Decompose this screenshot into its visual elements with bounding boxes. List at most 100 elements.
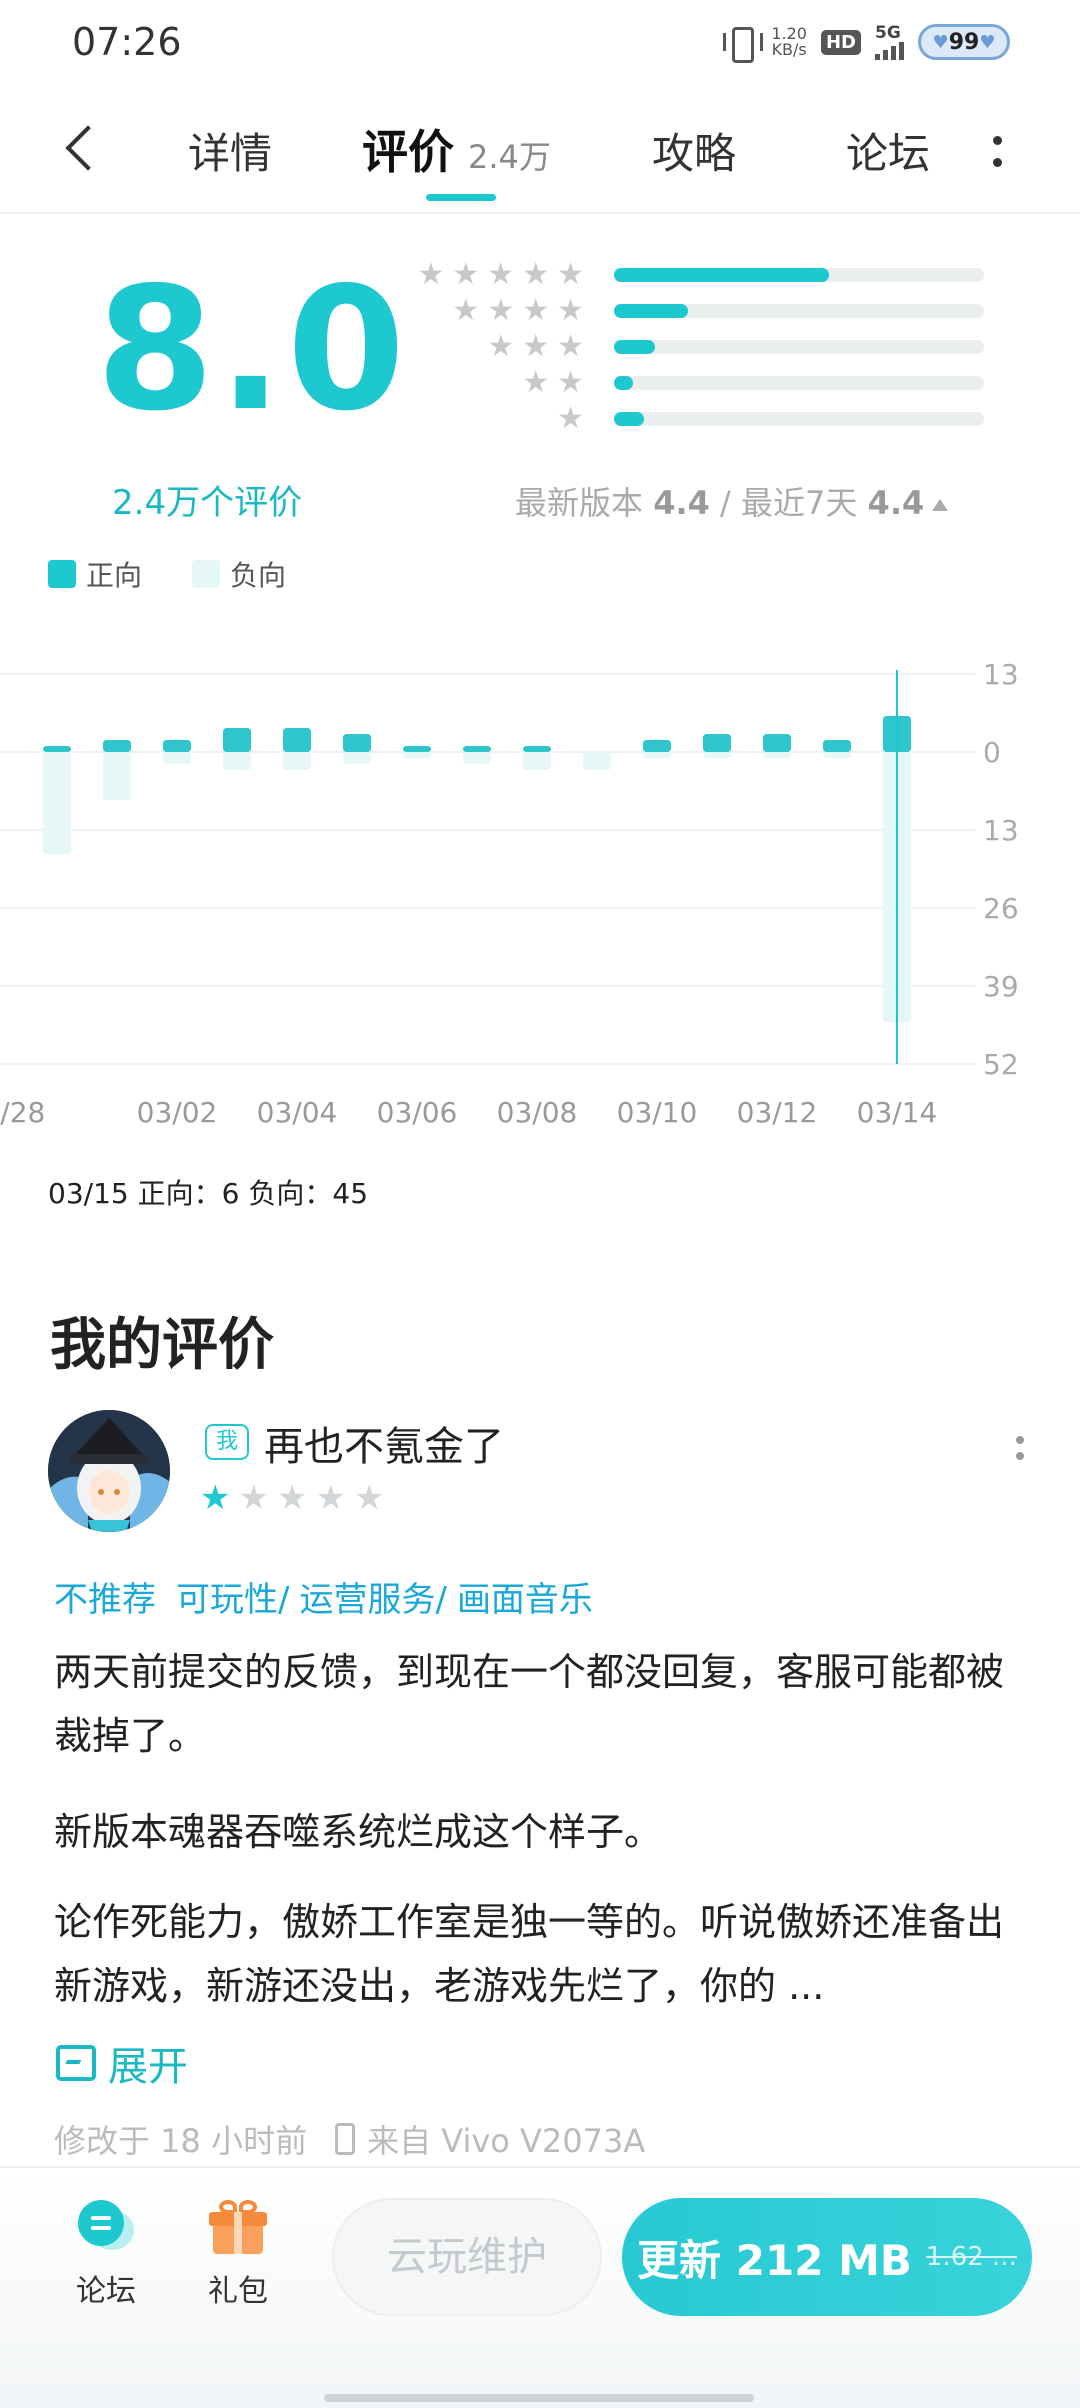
caret-up-icon xyxy=(932,499,949,511)
tag-item: 运营服务/ xyxy=(299,1580,447,1620)
legend-negative-label: 负向 xyxy=(230,559,287,592)
my-review-title: 我的评价 xyxy=(50,1313,274,1378)
home-indicator[interactable] xyxy=(324,2394,754,2402)
star-icon: ★★★★ xyxy=(452,293,592,328)
net-speed: 1.20 KB/s xyxy=(771,24,807,59)
x-tick-label: 03/12 xyxy=(737,1096,818,1129)
tab-reviews-count: 2.4万 xyxy=(468,138,551,176)
star-icon: ★ xyxy=(200,1478,239,1518)
x-tick-label: 03/14 xyxy=(857,1096,938,1129)
chart-legend: 正向 负向 xyxy=(48,554,286,594)
review-modified-time: 修改于 18 小时前 xyxy=(54,2122,308,2160)
battery-icon: ♥ 99 ♥ xyxy=(918,24,1010,60)
forum-button[interactable]: 论坛 xyxy=(56,2198,156,2310)
back-icon[interactable] xyxy=(58,118,108,178)
tab-details[interactable]: 详情 xyxy=(188,120,272,181)
x-tick-label: 02/28 xyxy=(0,1096,45,1129)
y-tick-label: 13 xyxy=(983,658,1019,691)
review-device: 来自 Vivo V2073A xyxy=(367,2122,646,2160)
tag-item: 画面音乐 xyxy=(456,1580,593,1620)
status-bar: 07:26 1.20 KB/s HD 5G ♥ 99 ♥ xyxy=(0,0,1080,84)
positive-bar xyxy=(463,746,491,752)
avatar[interactable] xyxy=(48,1410,170,1532)
positive-bar xyxy=(523,746,551,752)
gift-button[interactable]: 礼包 xyxy=(188,2198,288,2310)
negative-bar xyxy=(403,752,431,758)
rating-score: 8.0 xyxy=(96,251,410,449)
negative-bar xyxy=(583,752,611,770)
expand-button[interactable]: 展开 xyxy=(56,2034,188,2092)
more-options-icon[interactable] xyxy=(985,122,1009,182)
rating-bar-track xyxy=(614,304,984,318)
negative-bar xyxy=(283,752,311,770)
tab-guides[interactable]: 攻略 xyxy=(652,120,736,181)
review-meta: 修改于 18 小时前 来自 Vivo V2073A xyxy=(54,2116,645,2162)
rating-row-4-star: ★★★★ xyxy=(396,294,986,330)
update-button[interactable]: 更新 212 MB 1.62 ... xyxy=(622,2198,1032,2316)
daily-rating-chart[interactable]: 13 0 13 26 39 52 02/28 03/02 03/04 03/06 03/08 03/1… xyxy=(0,640,1080,1160)
signal-icon: 5G xyxy=(875,24,904,60)
rating-bar-fill xyxy=(614,412,644,426)
legend-positive-label: 正向 xyxy=(86,559,143,592)
user-name: 再也不氪金了 xyxy=(264,1424,504,1470)
positive-bar xyxy=(343,734,371,752)
rating-row-2-star: ★★ xyxy=(396,366,986,402)
x-tick-label: 03/08 xyxy=(497,1096,578,1129)
tab-active-indicator xyxy=(426,194,496,201)
rating-row-1-star: ★ xyxy=(396,402,986,438)
star-icon: ★ xyxy=(353,1478,393,1518)
star-icon: ★★★★★ xyxy=(417,257,592,292)
tag-not-recommend: 不推荐 xyxy=(54,1580,156,1620)
legend-negative-swatch xyxy=(192,560,221,588)
negative-bar xyxy=(763,752,791,758)
status-icons: 1.20 KB/s HD 5G ♥ 99 ♥ xyxy=(723,22,1010,63)
star-icon: ★ xyxy=(557,401,592,436)
positive-bar xyxy=(763,734,791,752)
me-badge: 我 xyxy=(205,1424,249,1460)
rating-row-5-star: ★★★★★ xyxy=(396,258,986,294)
review-count: 2.4万个评价 xyxy=(112,483,303,523)
old-size: 1.62 ... xyxy=(925,2242,1017,2272)
positive-bar xyxy=(823,740,851,752)
positive-bar xyxy=(43,746,71,752)
negative-bar xyxy=(523,752,551,770)
rating-bar-track xyxy=(614,340,984,354)
y-tick-label: 39 xyxy=(983,970,1019,1003)
status-time: 07:26 xyxy=(72,20,182,64)
phone-icon xyxy=(335,2123,356,2155)
negative-bar xyxy=(643,752,671,758)
rating-bar-track xyxy=(614,268,984,282)
rating-bar-fill xyxy=(614,268,829,282)
review-paragraph: 新版本魂器吞噬系统烂成这个样子。 xyxy=(54,1810,663,1854)
rating-bar-track xyxy=(614,376,984,390)
vibrate-icon xyxy=(723,25,764,63)
review-paragraph: 论作死能力，傲娇工作室是独一等的。听说傲娇还准备出新游戏，新游还没出，老游戏先烂… xyxy=(54,1900,1005,2008)
legend-positive-swatch xyxy=(48,560,76,588)
positive-bar xyxy=(703,734,731,752)
negative-bar xyxy=(103,752,131,800)
positive-bar xyxy=(163,740,191,752)
image-icon xyxy=(56,2045,96,2081)
negative-bar xyxy=(163,752,191,764)
negative-bar xyxy=(823,752,851,758)
positive-bar xyxy=(403,746,431,752)
positive-bar xyxy=(223,728,251,752)
cloud-play-button[interactable]: 云玩维护 xyxy=(332,2198,602,2316)
x-tick-label: 03/04 xyxy=(257,1096,338,1129)
tag-item: 可玩性/ xyxy=(176,1580,290,1620)
x-tick-label: 03/02 xyxy=(137,1096,218,1129)
tab-reviews[interactable]: 评价 2.4万 xyxy=(362,116,551,182)
top-nav: 详情 评价 2.4万 攻略 论坛 xyxy=(0,96,1080,214)
hd-icon: HD xyxy=(820,29,861,55)
tab-forum[interactable]: 论坛 xyxy=(846,120,930,181)
positive-bar xyxy=(643,740,671,752)
positive-bar xyxy=(283,728,311,752)
x-tick-label: 03/06 xyxy=(377,1096,458,1129)
x-tick-label: 03/10 xyxy=(617,1096,698,1129)
negative-bar xyxy=(703,752,731,758)
review-more-icon[interactable] xyxy=(1010,1430,1030,1480)
version-rating[interactable]: 最新版本 4.4 / 最近7天 4.4 xyxy=(515,478,949,524)
user-rating-stars: ★★★★★ xyxy=(200,1478,392,1518)
chart-selected-caption: 03/15 正向：6 负向：45 xyxy=(48,1177,369,1210)
y-tick-label: 13 xyxy=(983,814,1019,847)
